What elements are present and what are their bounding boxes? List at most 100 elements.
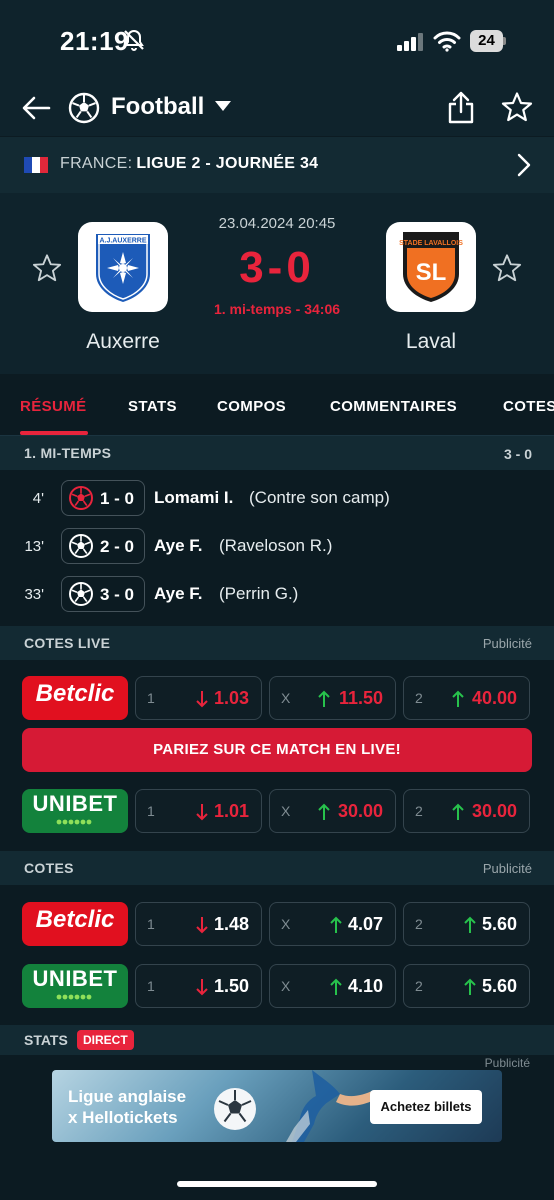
odd-draw-button[interactable]: X 4.07: [269, 902, 396, 946]
live-badge: DIRECT: [77, 1030, 134, 1050]
arrow-down-icon: [196, 691, 208, 708]
tab-cotes[interactable]: COTES: [503, 398, 554, 415]
chevron-right-icon[interactable]: [516, 153, 532, 177]
favorite-star-icon[interactable]: [501, 91, 533, 123]
event-player: Aye F.: [154, 584, 203, 603]
arrow-up-icon: [452, 690, 464, 707]
unibet-logo[interactable]: UNIBET: [22, 964, 128, 1008]
unibet-dots-icon: [56, 994, 92, 1000]
odd-key: 2: [415, 978, 423, 994]
odd-away-button[interactable]: 2 40.00: [403, 676, 530, 720]
odd-key: 2: [415, 803, 423, 819]
odd-value: 40.00: [471, 688, 517, 708]
event-extra: (Raveloson R.): [219, 536, 333, 555]
odd-away-button[interactable]: 2 5.60: [403, 902, 530, 946]
tab-commentaires[interactable]: COMMENTAIRES: [330, 398, 457, 415]
away-team-logo[interactable]: STADE LAVALLOIS SL: [386, 222, 476, 312]
odd-value: 30.00: [471, 801, 517, 821]
arrow-down-icon: [196, 804, 208, 821]
laval-crest-icon: STADE LAVALLOIS SL: [399, 232, 463, 302]
goal-ball-icon: [69, 534, 93, 558]
bookmaker-name: UNIBET: [32, 791, 118, 816]
status-time: 21:19: [60, 26, 129, 56]
period-label: 1. MI-TEMPS: [24, 445, 112, 461]
battery-level: 24: [470, 30, 503, 52]
ad-label: Publicité: [482, 636, 532, 651]
tab-compos[interactable]: COMPOS: [217, 398, 286, 415]
arrow-up-icon: [452, 803, 464, 820]
football-icon[interactable]: [68, 92, 100, 124]
arrow-down-icon: [196, 917, 208, 934]
football-icon: [214, 1088, 256, 1130]
odd-key: 1: [147, 803, 155, 819]
own-goal-ball-icon: [69, 486, 93, 510]
laval-crest-initials: SL: [416, 259, 447, 286]
bet-live-cta-button[interactable]: PARIEZ SUR CE MATCH EN LIVE!: [22, 728, 532, 772]
signal-icon: [397, 33, 423, 51]
ad-banner[interactable]: Ligue anglaise x Hellotickets Achetez bi…: [52, 1070, 502, 1142]
back-arrow-icon[interactable]: [20, 92, 52, 124]
goal-event[interactable]: 33' 3 - 0 Aye F. (Perrin G.): [0, 572, 554, 618]
odd-away-button[interactable]: 2 30.00: [403, 789, 530, 833]
period-header: 1. MI-TEMPS 3 - 0: [0, 436, 554, 470]
france-flag-icon: [24, 157, 48, 173]
odd-draw-button[interactable]: X 4.10: [269, 964, 396, 1008]
odds-row-betclic-live: Betclic 1 1.03 X 11.50 2 40.00: [0, 674, 554, 724]
arrow-up-icon: [318, 803, 330, 820]
event-minute: 33': [24, 586, 44, 603]
event-player: Lomami I.: [154, 488, 234, 507]
unibet-logo[interactable]: UNIBET: [22, 789, 128, 833]
home-team-name[interactable]: Auxerre: [53, 330, 193, 354]
odd-value: 4.07: [347, 914, 383, 934]
away-team-name[interactable]: Laval: [361, 330, 501, 354]
odd-key: X: [281, 803, 291, 819]
ad-label: Publicité: [484, 1056, 530, 1070]
odd-away-button[interactable]: 2 5.60: [403, 964, 530, 1008]
arrow-up-icon: [318, 690, 330, 707]
odd-key: 1: [147, 916, 155, 932]
event-score-pill: 3 - 0: [61, 576, 145, 612]
bell-muted-icon: [124, 29, 144, 51]
odds-row-betclic: Betclic 1 1.48 X 4.07 2 5.60: [0, 900, 554, 950]
odd-value: 4.10: [347, 976, 383, 996]
bookmaker-name: UNIBET: [32, 966, 118, 991]
league-title: FRANCE: LIGUE 2 - JOURNÉE 34: [60, 155, 318, 173]
ad-label: Publicité: [482, 861, 532, 876]
odd-draw-button[interactable]: X 30.00: [269, 789, 396, 833]
odd-key: 2: [415, 690, 423, 706]
betclic-logo[interactable]: Betclic: [22, 902, 128, 946]
goal-event[interactable]: 4' 1 - 0 Lomami I. (Contre son camp): [0, 476, 554, 522]
league-bar[interactable]: FRANCE: LIGUE 2 - JOURNÉE 34: [0, 137, 554, 193]
wifi-icon: [433, 31, 461, 52]
buy-tickets-button[interactable]: Achetez billets: [370, 1090, 482, 1124]
odd-value: 1.50: [213, 976, 249, 996]
ad-line2: x Hellotickets: [68, 1108, 178, 1127]
sport-selector-label[interactable]: Football: [111, 93, 204, 121]
app-header: Football: [0, 80, 554, 136]
tab-resume[interactable]: RÉSUMÉ: [20, 398, 87, 415]
odd-home-button[interactable]: 1 1.48: [135, 902, 262, 946]
ad-text: Ligue anglaise x Hellotickets: [68, 1086, 186, 1128]
goal-event[interactable]: 13' 2 - 0 Aye F. (Raveloson R.): [0, 524, 554, 570]
odds-title: COTES: [24, 860, 74, 876]
betclic-logo[interactable]: Betclic: [22, 676, 128, 720]
tab-stats[interactable]: STATS: [128, 398, 177, 415]
share-icon[interactable]: [447, 90, 475, 124]
odd-home-button[interactable]: 1 1.01: [135, 789, 262, 833]
odd-draw-button[interactable]: X 11.50: [269, 676, 396, 720]
period-score: 3 - 0: [503, 446, 532, 462]
odd-home-button[interactable]: 1 1.50: [135, 964, 262, 1008]
event-player: Aye F.: [154, 536, 203, 555]
event-score: 2 - 0: [100, 537, 135, 556]
odd-value: 1.01: [213, 801, 249, 821]
caret-down-icon[interactable]: [214, 100, 232, 112]
event-extra: (Contre son camp): [249, 488, 390, 507]
odd-key: 1: [147, 978, 155, 994]
favorite-away-star-icon[interactable]: [492, 253, 522, 283]
home-indicator[interactable]: [177, 1181, 377, 1187]
event-score: 1 - 0: [100, 489, 135, 508]
arrow-up-icon: [330, 916, 342, 933]
event-score-pill: 1 - 0: [61, 480, 145, 516]
odd-home-button[interactable]: 1 1.03: [135, 676, 262, 720]
arrow-up-icon: [464, 916, 476, 933]
